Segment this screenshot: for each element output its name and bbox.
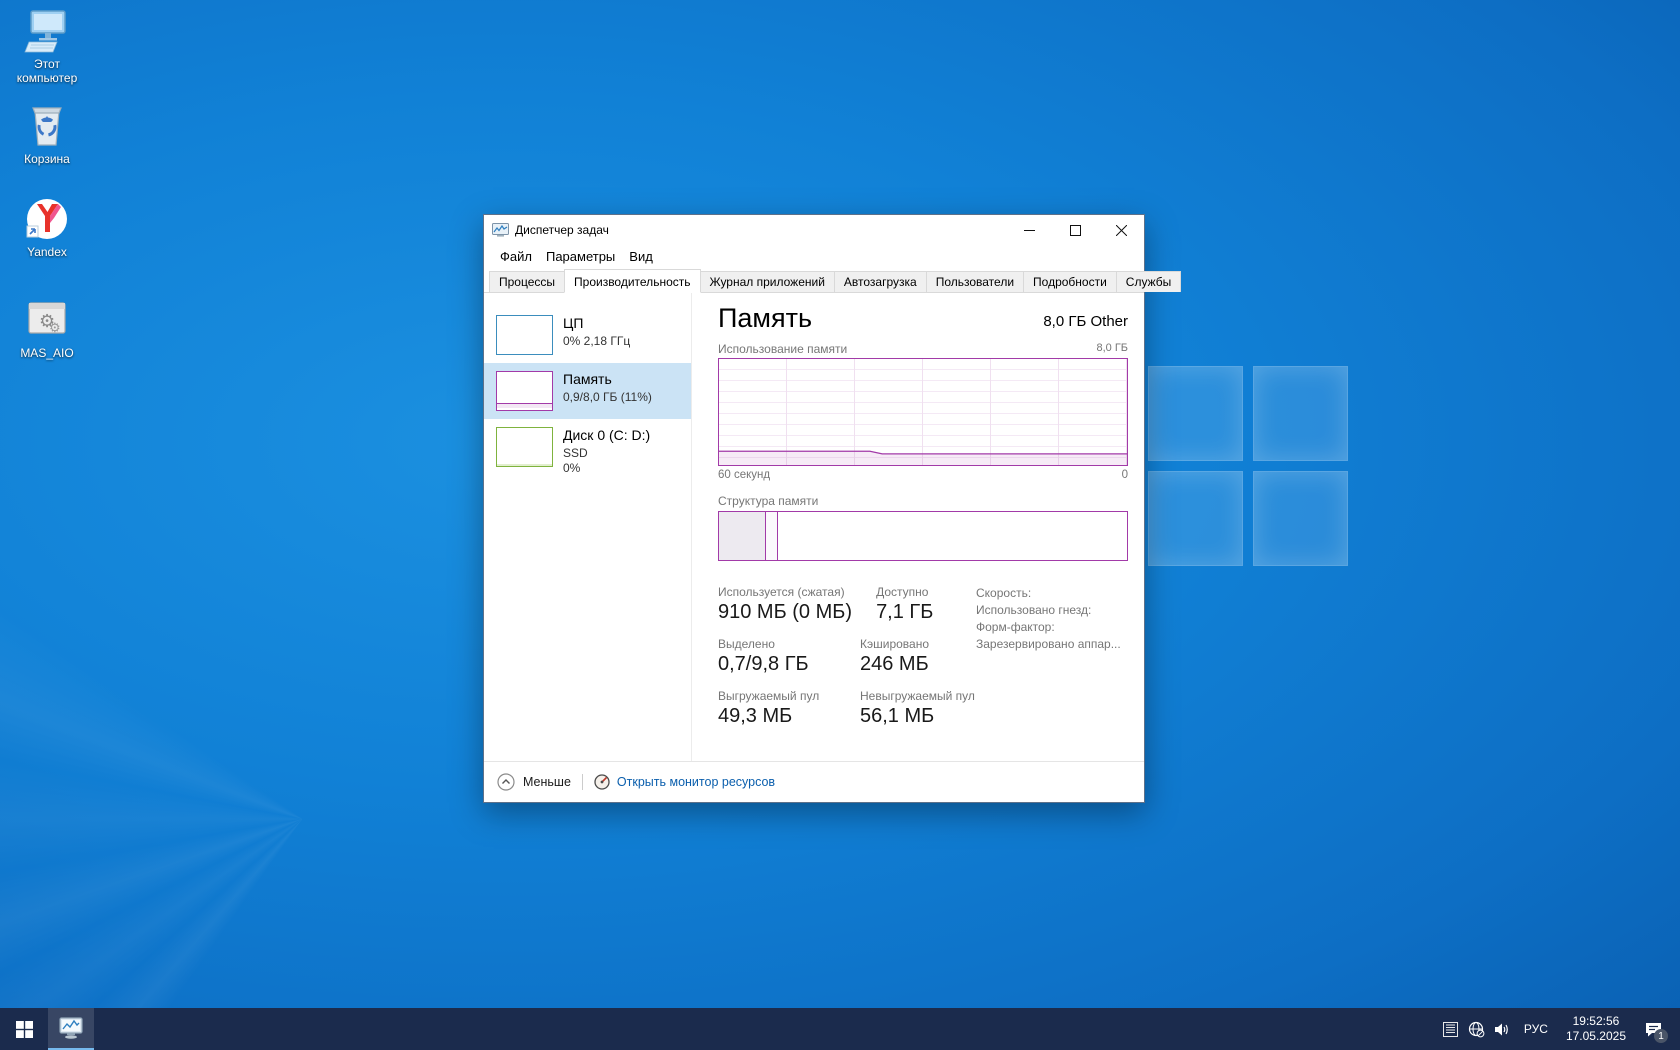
info-speed: Скорость: — [976, 585, 1121, 602]
stat-label: Невыгружаемый пул — [860, 689, 975, 703]
clock-time: 19:52:56 — [1566, 1014, 1626, 1029]
open-resource-monitor-link[interactable]: Открыть монитор ресурсов — [617, 775, 775, 789]
desktop-icon-label: MAS_AIO — [4, 346, 90, 360]
disk-title: Диск 0 (C: D:) — [563, 427, 650, 443]
info-slots-used: Использовано гнезд: — [976, 602, 1121, 619]
stat-value: 49,3 МБ — [718, 705, 836, 728]
memory-usage-chart — [718, 358, 1128, 466]
stat-label: Кэшировано — [860, 637, 929, 651]
desktop-icon-label: Корзина — [4, 152, 90, 166]
tab-users[interactable]: Пользователи — [926, 271, 1024, 292]
desktop-icon-this-pc[interactable]: Этот компьютер — [4, 8, 90, 85]
desktop-icon-label: Yandex — [4, 245, 90, 259]
system-tray: РУС 19:52:56 17.05.2025 1 — [1438, 1008, 1680, 1050]
tab-services[interactable]: Службы — [1116, 271, 1181, 292]
tab-details[interactable]: Подробности — [1023, 271, 1117, 292]
notification-badge: 1 — [1654, 1029, 1668, 1043]
cpu-sub: 0% 2,18 ГГц — [563, 334, 630, 348]
maximize-button[interactable] — [1052, 215, 1098, 245]
info-form-factor: Форм-фактор: — [976, 619, 1121, 636]
cpu-mini-graph — [496, 315, 553, 355]
volume-icon[interactable] — [1490, 1008, 1516, 1050]
task-manager-window: Диспетчер задач Файл Параметры Вид Проце… — [483, 214, 1145, 803]
yandex-browser-icon — [23, 196, 71, 242]
menu-file[interactable]: Файл — [493, 247, 539, 266]
chart-x-left: 60 секунд — [718, 469, 770, 481]
window-footer: Меньше Открыть монитор ресурсов — [484, 761, 1144, 802]
chart-x-right: 0 — [1122, 469, 1128, 481]
memory-title: Память — [563, 371, 652, 387]
taskbar-clock[interactable]: 19:52:56 17.05.2025 — [1556, 1014, 1636, 1044]
tab-startup[interactable]: Автозагрузка — [834, 271, 927, 292]
memory-stats: Используется (сжатая) 910 МБ (0 МБ) Дост… — [718, 585, 972, 741]
tray-grid-icon[interactable] — [1438, 1008, 1464, 1050]
stat-label: Используется (сжатая) — [718, 585, 852, 599]
desktop-wallpaper: Этот компьютер Корзина Yandex — [0, 0, 1680, 1050]
memory-sub: 0,9/8,0 ГБ (11%) — [563, 390, 652, 404]
svg-text:⚙: ⚙ — [49, 320, 61, 335]
menu-bar: Файл Параметры Вид — [484, 245, 1144, 268]
stat-label: Доступно — [876, 585, 933, 599]
usage-chart-max: 8,0 ГБ — [1096, 342, 1128, 356]
menu-view[interactable]: Вид — [622, 247, 660, 266]
sidebar-item-cpu[interactable]: ЦП 0% 2,18 ГГц — [484, 307, 691, 363]
task-manager-app-icon — [492, 223, 509, 238]
stat-label: Выделено — [718, 637, 836, 651]
start-button[interactable] — [0, 1008, 48, 1050]
resource-monitor-icon — [594, 774, 610, 790]
memory-composition-bar — [718, 511, 1128, 561]
tab-performance[interactable]: Производительность — [564, 269, 700, 293]
menu-options[interactable]: Параметры — [539, 247, 622, 266]
memory-panel: Память 8,0 ГБ Other Использование памяти… — [692, 293, 1144, 761]
stat-value: 0,7/9,8 ГБ — [718, 653, 836, 676]
desktop-icon-label: Этот компьютер — [4, 57, 90, 85]
memory-total: 8,0 ГБ Other — [1043, 313, 1128, 334]
disk-sub1: SSD — [563, 446, 650, 460]
taskbar-task-manager-button[interactable] — [48, 1008, 94, 1050]
wallpaper-windows-logo — [1148, 366, 1348, 566]
tab-processes[interactable]: Процессы — [489, 271, 565, 292]
sidebar-item-disk0[interactable]: Диск 0 (C: D:) SSD 0% — [484, 419, 691, 483]
recycle-bin-icon — [23, 103, 71, 149]
hardware-info: Скорость: Использовано гнезд: Форм-факто… — [976, 585, 1121, 741]
stat-label: Выгружаемый пул — [718, 689, 836, 703]
window-titlebar[interactable]: Диспетчер задач — [484, 215, 1144, 245]
composition-label: Структура памяти — [718, 494, 1128, 508]
performance-sidebar: ЦП 0% 2,18 ГГц Память 0,9/8,0 ГБ (11%) Д… — [484, 293, 692, 761]
task-manager-taskbar-icon — [58, 1016, 84, 1040]
language-indicator[interactable]: РУС — [1516, 1022, 1556, 1036]
mas-aio-icon: ⚙ ⚙ — [23, 297, 71, 343]
usage-chart-label: Использование памяти — [718, 342, 847, 356]
composition-modified-segment — [766, 512, 778, 560]
footer-divider — [582, 774, 583, 790]
clock-date: 17.05.2025 — [1566, 1029, 1626, 1044]
stat-value: 910 МБ (0 МБ) — [718, 601, 852, 624]
stat-value: 56,1 МБ — [860, 705, 975, 728]
info-hardware-reserved: Зарезервировано аппар... — [976, 636, 1121, 653]
action-center-button[interactable]: 1 — [1636, 1008, 1670, 1050]
close-button[interactable] — [1098, 215, 1144, 245]
collapse-icon[interactable] — [497, 773, 515, 791]
tab-strip: Процессы Производительность Журнал прило… — [484, 268, 1144, 293]
taskbar: РУС 19:52:56 17.05.2025 1 — [0, 1008, 1680, 1050]
cpu-title: ЦП — [563, 315, 630, 331]
stat-value: 246 МБ — [860, 653, 929, 676]
network-no-internet-icon[interactable] — [1464, 1008, 1490, 1050]
composition-in-use-segment — [719, 512, 766, 560]
desktop-icon-yandex[interactable]: Yandex — [4, 196, 90, 259]
desktop-icon-recycle-bin[interactable]: Корзина — [4, 103, 90, 166]
sidebar-item-memory[interactable]: Память 0,9/8,0 ГБ (11%) — [484, 363, 691, 419]
desktop-icon-mas-aio[interactable]: ⚙ ⚙ MAS_AIO — [4, 297, 90, 360]
stat-value: 7,1 ГБ — [876, 601, 933, 624]
this-pc-icon — [23, 8, 71, 54]
disk-sub2: 0% — [563, 461, 650, 475]
panel-title: Память — [718, 303, 812, 334]
fewer-details-button[interactable]: Меньше — [523, 775, 571, 789]
minimize-button[interactable] — [1006, 215, 1052, 245]
memory-mini-graph — [496, 371, 553, 411]
window-title: Диспетчер задач — [515, 223, 1006, 237]
tab-app-history[interactable]: Журнал приложений — [700, 271, 835, 292]
disk-mini-graph — [496, 427, 553, 467]
